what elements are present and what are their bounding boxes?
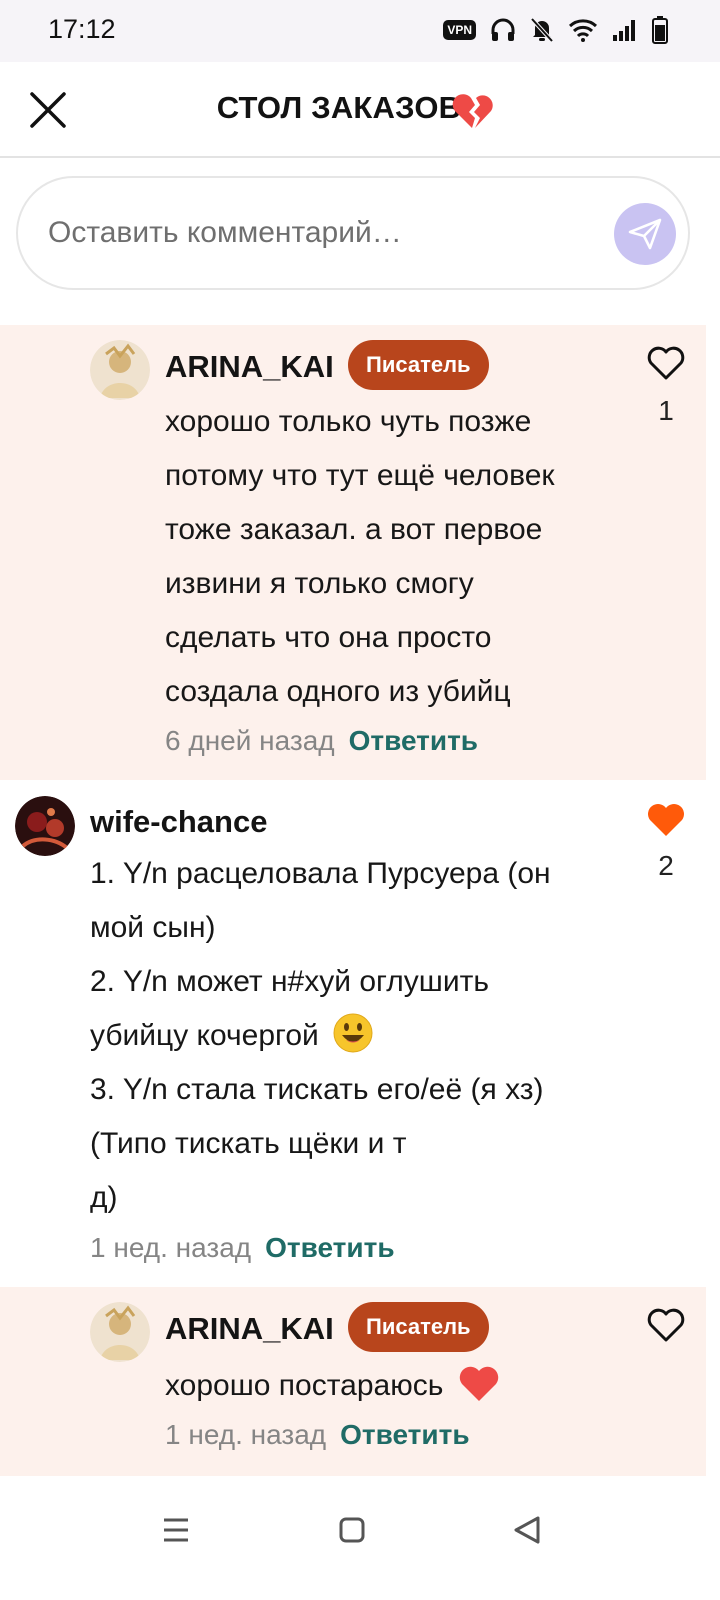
reply-button[interactable]: Ответить: [340, 1419, 469, 1450]
heart-filled-icon[interactable]: [646, 802, 686, 838]
send-button[interactable]: [614, 203, 676, 265]
comment-item: ARINA_KAI Писатель хорошо постараюсь 1 н…: [0, 1287, 706, 1476]
writer-badge: Писатель: [348, 1302, 489, 1352]
battery-icon: [652, 16, 668, 44]
like-count: 1: [658, 395, 674, 426]
red-heart-emoji-icon: [459, 1366, 498, 1401]
comment-meta: 1 нед. назад Ответить: [165, 1419, 470, 1451]
comment-line: 2. Y/n может н#хуй оглушить: [90, 965, 489, 998]
back-triangle-icon: [514, 1516, 540, 1544]
signal-icon: [613, 20, 635, 41]
comment-text: 1. Y/n расцеловала Пурсуера (он мой сын)…: [90, 847, 551, 1225]
comment-line: убийцу кочергой: [90, 1009, 551, 1063]
username[interactable]: ARINA_KAI: [165, 1311, 334, 1347]
avatar-image: [90, 340, 150, 400]
comment-line-text: хорошо постараюсь: [165, 1369, 444, 1402]
comment-line: хорошо постараюсь: [165, 1359, 500, 1413]
avatar-image: [90, 1302, 150, 1362]
comment-text: хорошо только чуть позже потому что тут …: [165, 395, 555, 719]
back-button[interactable]: [508, 1510, 548, 1550]
menu-button[interactable]: [156, 1510, 196, 1550]
comment-line: д): [90, 1181, 118, 1214]
avatar[interactable]: [90, 1302, 150, 1362]
comment-line: хорошо только чуть позже: [165, 405, 532, 438]
page-title-text: СТОЛ ЗАКАЗОВ: [216, 90, 462, 125]
wifi-icon: [568, 19, 598, 42]
broken-heart-icon: [452, 94, 493, 128]
smiley-emoji-icon: [333, 1013, 373, 1053]
comment-item: ARINA_KAI Писатель хорошо только чуть по…: [0, 325, 706, 780]
comment-meta: 6 дней назад Ответить: [165, 725, 478, 757]
reply-button[interactable]: Ответить: [349, 725, 478, 756]
comment-item: wife-chance 1. Y/n расцеловала Пурсуера …: [0, 780, 706, 1287]
comment-meta: 1 нед. назад Ответить: [90, 1232, 395, 1264]
bell-muted-icon: [530, 17, 554, 43]
home-square-icon: [339, 1517, 365, 1543]
heart-outline-icon[interactable]: [646, 1307, 686, 1343]
system-nav-bar: [0, 1476, 720, 1600]
heart-outline-icon[interactable]: [646, 345, 686, 381]
like-count: 2: [658, 850, 674, 881]
comment-time: 1 нед. назад: [165, 1419, 327, 1450]
home-button[interactable]: [332, 1510, 372, 1550]
comment-input[interactable]: [48, 210, 588, 256]
username[interactable]: ARINA_KAI: [165, 349, 334, 385]
comment-text: хорошо постараюсь: [165, 1359, 500, 1413]
comment-line-text: убийцу кочергой: [90, 1019, 319, 1052]
writer-badge: Писатель: [348, 340, 489, 390]
username[interactable]: wife-chance: [90, 804, 267, 840]
comment-line: 1. Y/n расцеловала Пурсуера (он: [90, 857, 551, 890]
comment-line: потому что тут ещё человек: [165, 459, 555, 492]
avatar[interactable]: [15, 796, 75, 856]
comment-time: 1 нед. назад: [90, 1232, 252, 1263]
page-title: СТОЛ ЗАКАЗОВ: [0, 90, 720, 126]
comment-line: извини я только смогу: [165, 567, 474, 600]
vpn-icon: VPN: [443, 20, 476, 40]
comment-line: тоже заказал. а вот первое: [165, 513, 543, 546]
menu-icon: [164, 1518, 188, 1542]
send-icon: [628, 218, 662, 250]
comment-composer: [16, 176, 690, 290]
avatar[interactable]: [90, 340, 150, 400]
comment-time: 6 дней назад: [165, 725, 335, 756]
comment-line: мой сын): [90, 911, 216, 944]
avatar-image: [15, 796, 75, 856]
status-bar: 17:12 VPN: [0, 0, 720, 62]
status-time: 17:12: [48, 14, 116, 44]
reply-button[interactable]: Ответить: [265, 1232, 394, 1263]
comment-line: 3. Y/n стала тискать его/её (я хз): [90, 1073, 544, 1106]
comment-line: (Типо тискать щёки и т: [90, 1127, 407, 1160]
comment-line: создала одного из убийц: [165, 675, 511, 708]
comment-line: сделать что она просто: [165, 621, 492, 654]
app-header: СТОЛ ЗАКАЗОВ: [0, 62, 720, 158]
status-icons: VPN: [443, 16, 668, 44]
headphones-icon: [491, 18, 515, 41]
